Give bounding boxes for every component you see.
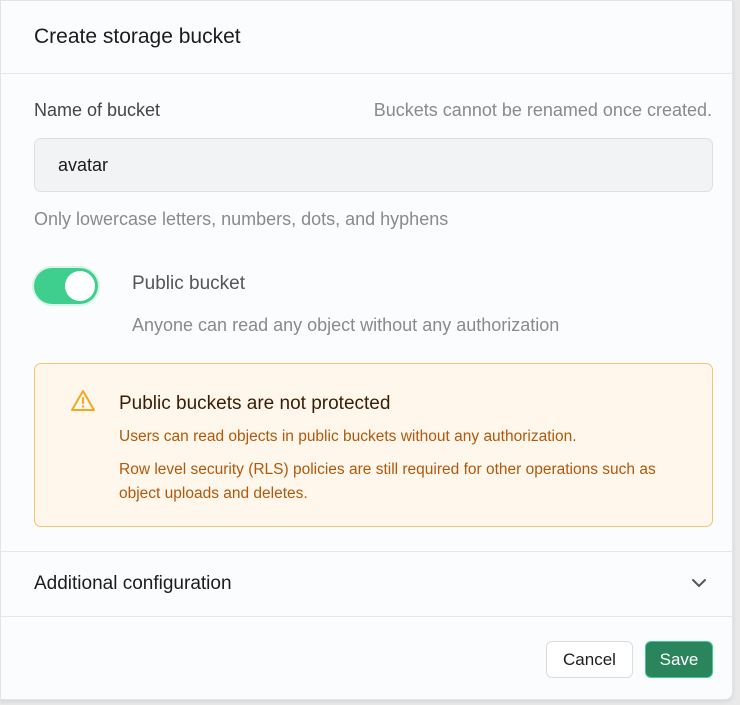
bucket-name-input[interactable]: avatar bbox=[34, 138, 713, 192]
name-note: Buckets cannot be renamed once created. bbox=[373, 100, 712, 120]
additional-configuration-label: Additional configuration bbox=[34, 573, 232, 594]
warning-title: Public buckets are not protected bbox=[119, 393, 391, 414]
name-label: Name of bucket bbox=[34, 100, 161, 120]
public-bucket-toggle[interactable] bbox=[34, 268, 98, 304]
public-bucket-description: Anyone can read any object without any a… bbox=[132, 315, 560, 335]
create-bucket-dialog: Create storage bucket Name of bucket Buc… bbox=[0, 0, 733, 700]
name-hint: Only lowercase letters, numbers, dots, a… bbox=[34, 209, 449, 229]
warning-line-1: Users can read objects in public buckets… bbox=[119, 428, 577, 445]
save-button[interactable]: Save bbox=[645, 641, 713, 678]
toggle-knob bbox=[65, 271, 95, 301]
chevron-down-icon bbox=[692, 579, 706, 588]
dialog-title: Create storage bucket bbox=[1, 1, 732, 74]
public-bucket-label: Public bucket bbox=[132, 273, 246, 294]
cancel-button[interactable]: Cancel bbox=[546, 641, 633, 678]
warning-line-2: Row level security (RLS) policies are st… bbox=[119, 461, 656, 502]
warning-alert: Public buckets are not protected Users c… bbox=[34, 363, 713, 527]
additional-configuration-toggle[interactable]: Additional configuration bbox=[1, 551, 732, 617]
warning-icon bbox=[71, 390, 95, 411]
